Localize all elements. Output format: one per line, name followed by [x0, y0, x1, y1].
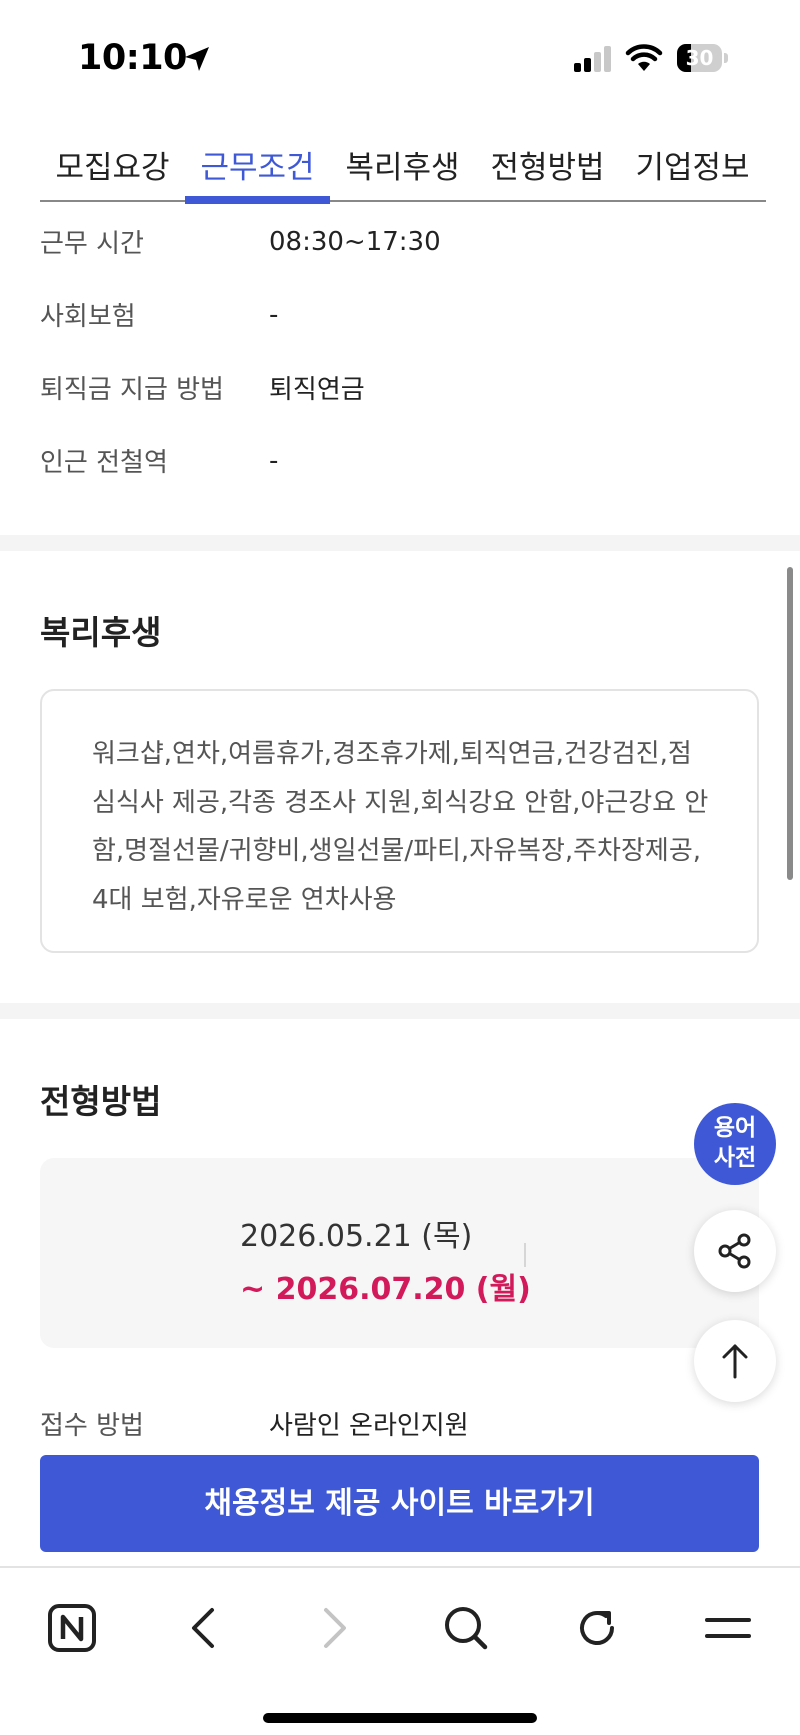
wifi-icon	[625, 44, 663, 71]
section-divider	[0, 535, 800, 551]
section-divider	[0, 1003, 800, 1019]
battery-level: 30	[685, 46, 714, 70]
home-indicator[interactable]	[263, 1713, 537, 1723]
arrow-up-icon	[722, 1344, 748, 1379]
benefits-title: 복리후생	[40, 613, 162, 652]
status-time: 10:10	[78, 38, 187, 78]
search-icon	[445, 1607, 488, 1650]
info-label: 접수 방법	[40, 1410, 144, 1441]
chevron-right-icon	[324, 1608, 346, 1648]
info-value: 사람인 온라인지원	[269, 1410, 469, 1441]
info-value: 퇴직연금	[269, 375, 365, 405]
glossary-label-line1: 용어	[713, 1115, 757, 1141]
period-start-date: 2026.05.21 (목)	[240, 1219, 473, 1254]
info-value: -	[269, 445, 279, 476]
forward-button[interactable]	[300, 1598, 370, 1658]
info-value: -	[269, 299, 279, 330]
benefits-box: 워크샵,연차,여름휴가,경조휴가제,퇴직연금,건강검진,점심식사 제공,각종 경…	[40, 689, 759, 953]
info-row: 근무 시간 08:30~17:30	[40, 205, 760, 278]
tab-work-conditions[interactable]: 근무조건	[185, 130, 330, 204]
search-button[interactable]	[431, 1598, 501, 1658]
refresh-icon	[580, 1611, 614, 1645]
info-row: 인근 전철역 -	[40, 424, 760, 497]
info-label: 사회보험	[40, 302, 136, 332]
info-label: 퇴직금 지급 방법	[40, 375, 224, 405]
info-row: 퇴직금 지급 방법 퇴직연금	[40, 351, 760, 424]
status-bar: 10:10 30	[0, 0, 800, 118]
tab-recruitment[interactable]: 모집요강	[40, 130, 185, 202]
page: 10:10 30 모집요강 근무조건 복리후생 전형방법 기업정보 근무 시간 …	[0, 0, 800, 1735]
info-label: 근무 시간	[40, 229, 144, 259]
refresh-button[interactable]	[562, 1598, 632, 1658]
chevron-left-icon	[192, 1608, 214, 1648]
selection-title: 전형방법	[40, 1082, 162, 1121]
application-period-box: 2026.05.21 (목) ~ 2026.07.20 (월)	[40, 1158, 759, 1348]
tab-company-info[interactable]: 기업정보	[620, 130, 765, 202]
tab-selection[interactable]: 전형방법	[475, 130, 620, 202]
section-tabs: 모집요강 근무조건 복리후생 전형방법 기업정보	[40, 130, 766, 204]
naver-home-button[interactable]	[37, 1598, 107, 1658]
tab-benefits[interactable]: 복리후생	[330, 130, 475, 202]
back-button[interactable]	[168, 1598, 238, 1658]
info-value: 08:30~17:30	[269, 226, 441, 257]
period-end-date: ~ 2026.07.20 (월)	[240, 1272, 531, 1307]
menu-button[interactable]	[693, 1598, 763, 1658]
naver-n-icon	[48, 1604, 96, 1652]
cellular-signal-icon	[574, 46, 611, 72]
benefits-text: 워크샵,연차,여름휴가,경조휴가제,퇴직연금,건강검진,점심식사 제공,각종 경…	[92, 739, 709, 915]
scroll-top-button[interactable]	[694, 1320, 776, 1402]
info-label: 인근 전철역	[40, 448, 168, 478]
go-to-recruitment-site-button[interactable]: 채용정보 제공 사이트 바로가기	[40, 1455, 759, 1552]
apply-method-row: 접수 방법 사람인 온라인지원	[40, 1398, 760, 1448]
info-row: 사회보험 -	[40, 278, 760, 351]
work-conditions-list: 근무 시간 08:30~17:30 사회보험 - 퇴직금 지급 방법 퇴직연금 …	[40, 205, 760, 497]
browser-toolbar	[0, 1566, 800, 1735]
glossary-label-line2: 사전	[713, 1145, 757, 1171]
glossary-button[interactable]: 용어 사전	[694, 1103, 776, 1185]
location-arrow-icon	[185, 47, 209, 71]
battery-icon: 30	[677, 44, 728, 72]
share-button[interactable]	[694, 1210, 776, 1292]
scrollbar[interactable]	[787, 567, 793, 880]
share-icon	[718, 1233, 751, 1269]
hamburger-menu-icon	[705, 1618, 751, 1638]
